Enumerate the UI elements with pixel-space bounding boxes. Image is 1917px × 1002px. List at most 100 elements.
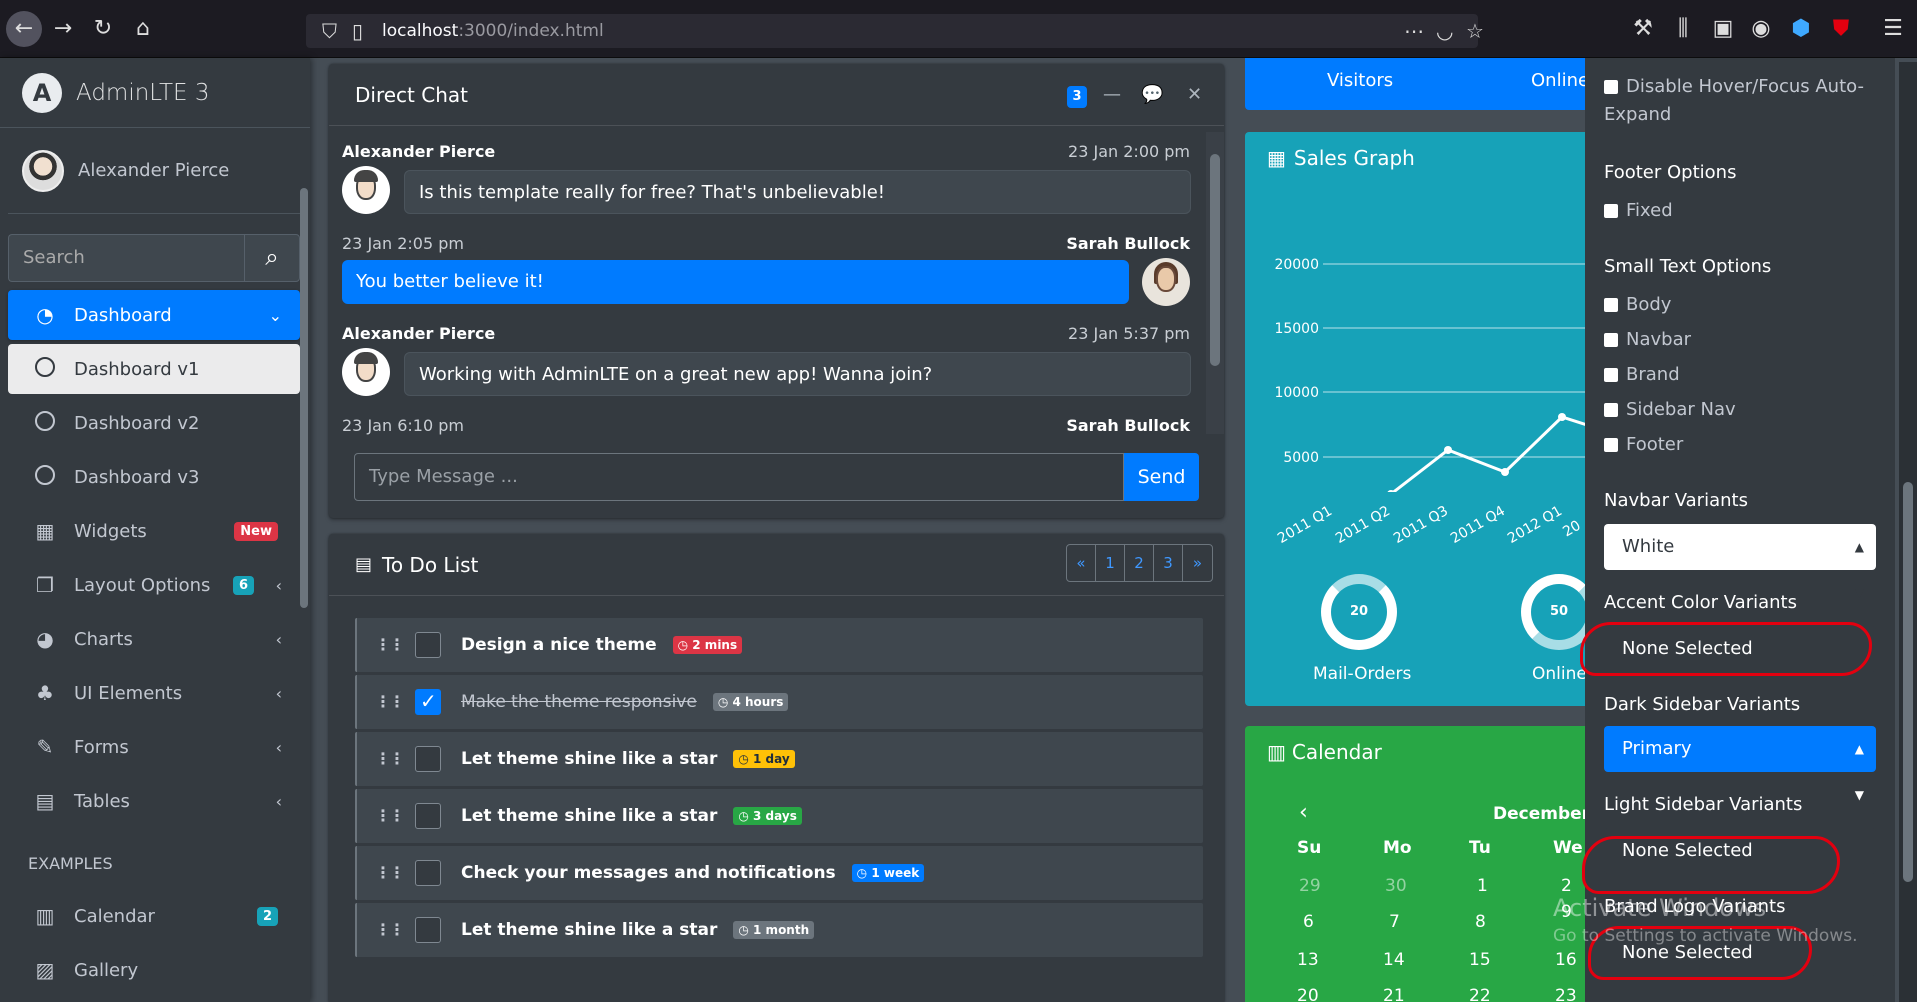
time-badge: ◷ 1 day (733, 750, 795, 768)
calendar-day[interactable]: 14 (1383, 950, 1405, 970)
page-1[interactable]: 1 (1096, 545, 1125, 581)
library-icon[interactable]: ⫼ (1668, 14, 1698, 44)
minus-icon[interactable]: — (1103, 64, 1121, 126)
reload-icon[interactable]: ↻ (88, 14, 118, 44)
calendar-day[interactable]: 23 (1555, 986, 1577, 1002)
sidebar-item-ui-elements[interactable]: ♣ UI Elements ‹ (8, 668, 300, 718)
todo-item[interactable]: ⋮⋮ Let theme shine like a star ◷ 1 day (355, 732, 1203, 786)
todo-checkbox[interactable] (415, 746, 441, 772)
menu-icon[interactable]: ☰ (1878, 14, 1908, 44)
option-small-sidebar-nav[interactable]: Sidebar Nav (1604, 399, 1736, 420)
drag-handle-icon[interactable]: ⋮⋮ (375, 694, 405, 710)
calendar-day[interactable]: 21 (1383, 986, 1405, 1002)
y-tick: 10000 (1274, 385, 1319, 401)
page-prev[interactable]: « (1067, 545, 1096, 581)
back-icon[interactable]: ← (6, 11, 42, 47)
sidebar-item-dashboard[interactable]: ◔ Dashboard ⌄ (8, 290, 300, 340)
url-bar[interactable]: ⛉ ▯ localhost:3000/index.html ⋯ ◡ ☆ (306, 14, 1484, 48)
todo-item[interactable]: ⋮⋮ Make the theme responsive ◷ 4 hours (355, 675, 1203, 729)
mail-orders-knob[interactable]: 20 (1321, 574, 1397, 650)
option-disable-hover[interactable]: Disable Hover/Focus Auto- (1604, 76, 1864, 97)
todo-item[interactable]: ⋮⋮ Let theme shine like a star ◷ 3 days (355, 789, 1203, 843)
calendar-day[interactable]: 22 (1469, 986, 1491, 1002)
option-small-brand[interactable]: Brand (1604, 364, 1680, 385)
todo-item[interactable]: ⋮⋮ Let theme shine like a star ◷ 1 month (355, 903, 1203, 957)
sidebar-item-tables[interactable]: ▤ Tables ‹ (8, 776, 300, 826)
tab-online[interactable]: Online (1531, 70, 1589, 91)
calendar-day[interactable]: 6 (1303, 912, 1314, 932)
page-scrollbar[interactable] (1899, 62, 1917, 1002)
page-2[interactable]: 2 (1125, 545, 1154, 581)
forward-icon[interactable]: → (48, 14, 78, 44)
user-panel[interactable]: Alexander Pierce (8, 128, 302, 214)
home-icon[interactable]: ⌂ (128, 14, 158, 44)
page-next[interactable]: » (1183, 545, 1212, 581)
option-small-body[interactable]: Body (1604, 294, 1671, 315)
search-input[interactable]: Search (8, 234, 244, 282)
sidebar-item-widgets[interactable]: ▦ Widgets New (8, 506, 300, 556)
brand-link[interactable]: A AdminLTE 3 (0, 58, 310, 128)
search-icon[interactable]: ⌕ (244, 234, 300, 282)
sidebar-item-dashboard-v1[interactable]: Dashboard v1 (8, 344, 300, 394)
calendar-day[interactable]: 29 (1299, 876, 1321, 896)
reader-icon[interactable]: ▣ (1708, 14, 1738, 44)
online-knob[interactable]: 50 (1521, 574, 1590, 650)
sidebar-item-charts[interactable]: ◕ Charts ‹ (8, 614, 300, 664)
chevron-left-icon[interactable]: ‹ (1299, 800, 1308, 825)
sidebar-item-gallery[interactable]: ▨ Gallery (8, 945, 300, 995)
todo-checkbox[interactable] (415, 917, 441, 943)
bookmark-star-icon[interactable]: ☆ (1466, 14, 1484, 48)
option-small-navbar[interactable]: Navbar (1604, 329, 1691, 350)
sidebar-item-dashboard-v3[interactable]: Dashboard v3 (8, 452, 300, 502)
calendar-day[interactable]: 7 (1389, 912, 1400, 932)
drag-handle-icon[interactable]: ⋮⋮ (375, 922, 405, 938)
calendar-day[interactable]: 16 (1555, 950, 1577, 970)
calendar-day[interactable]: 8 (1475, 912, 1486, 932)
close-icon[interactable]: ✕ (1187, 64, 1202, 126)
message-input[interactable]: Type Message ... (354, 453, 1124, 501)
calendar-day[interactable]: 1 (1477, 876, 1488, 896)
tab-visitors[interactable]: Visitors (1327, 70, 1393, 91)
wrench-icon[interactable]: ⚒ (1628, 14, 1658, 44)
pocket-icon[interactable]: ◡ (1436, 14, 1453, 48)
sidebar-item-layout-options[interactable]: ❐ Layout Options 6 ‹ (8, 560, 300, 610)
todo-checkbox[interactable] (415, 860, 441, 886)
calendar-day[interactable]: 2 (1561, 876, 1572, 896)
drag-handle-icon[interactable]: ⋮⋮ (375, 751, 405, 767)
checkbox[interactable] (1604, 367, 1618, 382)
calendar-day[interactable]: 30 (1385, 876, 1407, 896)
page-3[interactable]: 3 (1154, 545, 1183, 581)
checkbox[interactable] (1604, 332, 1618, 347)
calendar-day[interactable]: 15 (1469, 950, 1491, 970)
todo-checkbox[interactable] (415, 632, 441, 658)
extension-icon[interactable]: ⬢ (1786, 14, 1816, 44)
dark-sidebar-variant-select[interactable]: Primary ▲ ▼ (1604, 726, 1876, 802)
todo-item[interactable]: ⋮⋮ Design a nice theme ◷ 2 mins (355, 618, 1203, 672)
drag-handle-icon[interactable]: ⋮⋮ (375, 808, 405, 824)
account-icon[interactable]: ◉ (1746, 14, 1776, 44)
todo-checkbox[interactable] (415, 803, 441, 829)
calendar-day[interactable]: 13 (1297, 950, 1319, 970)
checkbox[interactable] (1604, 437, 1618, 452)
send-button[interactable]: Send (1124, 453, 1199, 501)
sidebar-item-calendar[interactable]: ▥ Calendar 2 (8, 891, 300, 941)
sidebar-scrollbar[interactable] (300, 188, 308, 608)
option-small-footer[interactable]: Footer (1604, 434, 1683, 455)
drag-handle-icon[interactable]: ⋮⋮ (375, 637, 405, 653)
navbar-variant-select[interactable]: White ▲ ▼ (1604, 524, 1876, 600)
comments-icon[interactable]: 💬 (1141, 64, 1163, 126)
option-footer-fixed[interactable]: Fixed (1604, 200, 1673, 221)
more-icon[interactable]: ⋯ (1404, 14, 1424, 48)
calendar-day[interactable]: 20 (1297, 986, 1319, 1002)
sidebar-item-dashboard-v2[interactable]: Dashboard v2 (8, 398, 300, 448)
checkbox[interactable] (1604, 79, 1618, 94)
checkbox[interactable] (1604, 203, 1618, 218)
drag-handle-icon[interactable]: ⋮⋮ (375, 865, 405, 881)
todo-checkbox[interactable] (415, 689, 441, 715)
todo-item[interactable]: ⋮⋮ Check your messages and notifications… (355, 846, 1203, 900)
sidebar-item-forms[interactable]: ✎ Forms ‹ (8, 722, 300, 772)
chat-scrollbar[interactable] (1206, 132, 1224, 434)
checkbox[interactable] (1604, 402, 1618, 417)
checkbox[interactable] (1604, 297, 1618, 312)
ublock-icon[interactable]: ⛊ (1826, 14, 1856, 44)
